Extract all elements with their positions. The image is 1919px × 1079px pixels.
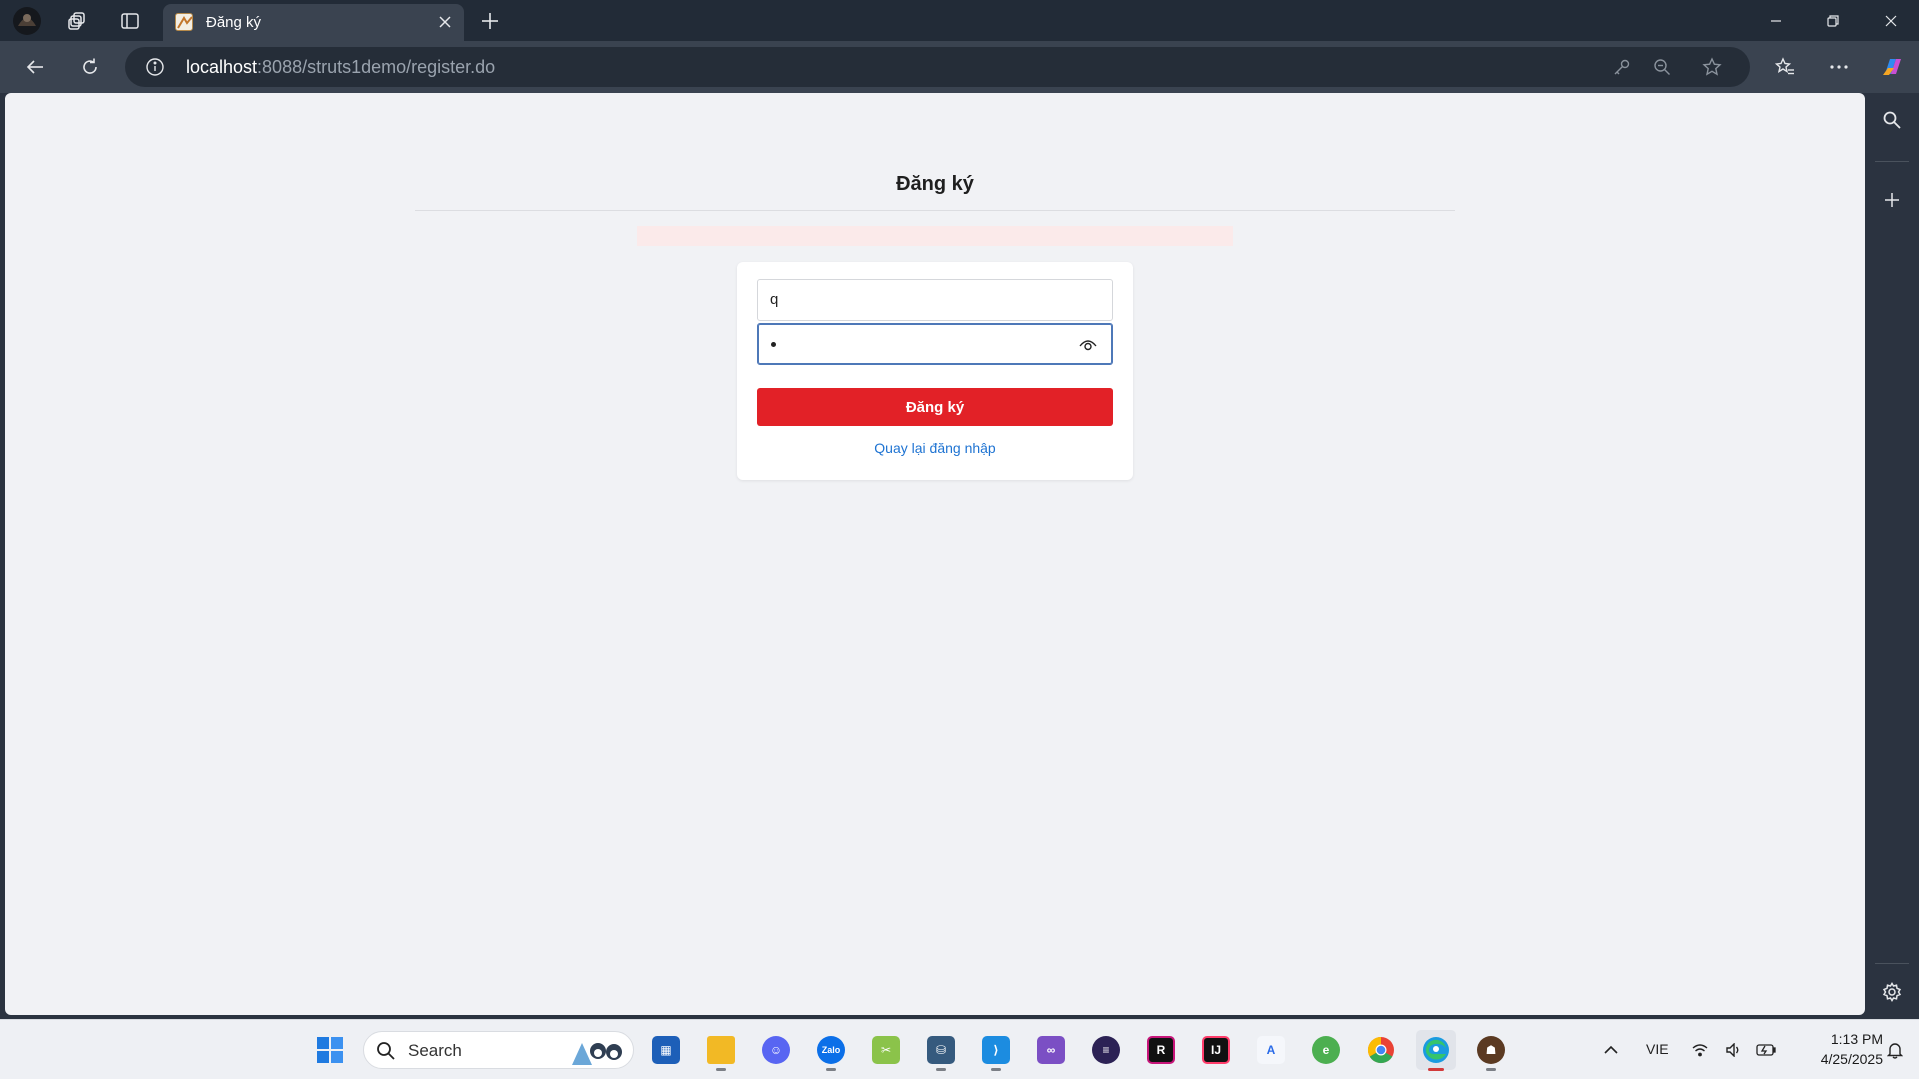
edge-sidebar — [1865, 93, 1919, 1015]
copilot-icon[interactable] — [1876, 50, 1910, 84]
clock-time: 1:13 PM — [1830, 1031, 1883, 1047]
username-input[interactable]: q — [757, 279, 1113, 321]
register-form-card: q Đăng ký Quay lại đăng nhập — [737, 262, 1133, 480]
struts-favicon-icon — [175, 13, 193, 31]
sidebar-divider — [1875, 161, 1909, 162]
restore-button[interactable] — [1805, 0, 1861, 41]
show-password-eye-icon[interactable] — [1078, 335, 1098, 355]
minimize-button[interactable] — [1748, 0, 1804, 41]
error-message-box — [637, 226, 1233, 246]
taskbar-rider-icon[interactable]: R — [1141, 1030, 1181, 1070]
browser-toolbar: localhost:8088/struts1demo/register.do — [0, 41, 1919, 93]
taskbar-game-icon[interactable]: ☗ — [1471, 1030, 1511, 1071]
close-window-button[interactable] — [1863, 0, 1919, 41]
username-value: q — [770, 291, 779, 308]
taskbar-vscode-icon[interactable]: ⟩ — [976, 1030, 1016, 1071]
sidebar-divider-bottom — [1875, 963, 1909, 964]
taskbar-mysql-workbench-icon[interactable]: ⛁ — [921, 1030, 961, 1071]
taskbar-intellij-icon[interactable]: IJ — [1196, 1030, 1236, 1070]
taskbar-visual-studio-icon[interactable]: ∞ — [1031, 1030, 1071, 1070]
input-language-indicator[interactable]: VIE — [1646, 1041, 1669, 1057]
page-viewport: Đăng ký q Đăng ký Quay lại đăng nhập — [5, 93, 1865, 1015]
taskbar-snipping-icon[interactable]: ✂ — [866, 1030, 906, 1070]
page-title: Đăng ký — [896, 173, 974, 195]
refresh-button[interactable] — [73, 50, 107, 84]
taskbar-edge-dev-icon[interactable]: e — [1306, 1030, 1346, 1070]
password-input[interactable] — [757, 323, 1113, 365]
title-divider — [415, 210, 1455, 211]
search-highlight-penguins-icon — [572, 1043, 622, 1065]
battery-icon[interactable] — [1752, 1030, 1780, 1070]
windows-start-icon[interactable] — [310, 1030, 350, 1070]
taskbar-zalo-icon[interactable]: Zalo — [811, 1030, 851, 1071]
password-mask-dot — [771, 342, 776, 347]
volume-icon[interactable] — [1720, 1030, 1748, 1070]
taskbar-language-app-icon[interactable]: A — [1251, 1030, 1291, 1070]
more-menu-icon[interactable] — [1822, 50, 1856, 84]
windows-taskbar: Search ▦ ☺ Zalo ✂ ⛁ ⟩ ∞ ≡ R IJ A e ☗ VIE… — [0, 1019, 1919, 1079]
sidebar-add-icon[interactable] — [1877, 185, 1907, 215]
taskbar-store-icon[interactable]: ▦ — [646, 1030, 686, 1070]
site-info-icon[interactable] — [145, 57, 165, 77]
address-bar[interactable]: localhost:8088/struts1demo/register.do — [125, 47, 1750, 87]
new-tab-button[interactable] — [474, 5, 506, 37]
workspaces-icon[interactable] — [60, 5, 94, 37]
back-to-login-link[interactable]: Quay lại đăng nhập — [737, 440, 1133, 456]
taskbar-eclipse-icon[interactable]: ≡ — [1086, 1030, 1126, 1070]
vertical-tabs-icon[interactable] — [113, 5, 147, 37]
browser-titlebar: Đăng ký — [0, 0, 1919, 41]
favorites-icon[interactable] — [1768, 50, 1802, 84]
search-placeholder: Search — [408, 1041, 462, 1060]
notification-bell-icon[interactable] — [1880, 1030, 1910, 1070]
taskbar-edge-icon[interactable] — [1416, 1030, 1456, 1071]
search-icon — [377, 1042, 395, 1060]
url-text[interactable]: localhost:8088/struts1demo/register.do — [186, 57, 495, 78]
tray-overflow-chevron-icon[interactable] — [1591, 1030, 1631, 1070]
sidebar-search-icon[interactable] — [1877, 105, 1907, 135]
register-submit-button[interactable]: Đăng ký — [757, 388, 1113, 426]
taskbar-discord-icon[interactable]: ☺ — [756, 1030, 796, 1070]
zoom-out-icon[interactable] — [1650, 55, 1674, 79]
taskbar-file-explorer-icon[interactable] — [701, 1030, 741, 1071]
favorite-star-icon[interactable] — [1700, 55, 1724, 79]
clock-date: 4/25/2025 — [1820, 1051, 1883, 1067]
taskbar-search[interactable]: Search — [363, 1031, 634, 1069]
system-clock[interactable]: 1:13 PM 4/25/2025 — [1793, 1029, 1883, 1069]
tab-title: Đăng ký — [206, 14, 262, 31]
password-key-icon[interactable] — [1610, 55, 1634, 79]
wifi-icon[interactable] — [1686, 1030, 1714, 1070]
profile-avatar[interactable] — [10, 5, 44, 37]
sidebar-settings-gear-icon[interactable] — [1877, 977, 1907, 1007]
tab-register[interactable]: Đăng ký — [163, 4, 464, 41]
back-button[interactable] — [18, 50, 52, 84]
tab-close-icon[interactable] — [434, 11, 456, 33]
taskbar-chrome-icon[interactable] — [1361, 1030, 1401, 1070]
